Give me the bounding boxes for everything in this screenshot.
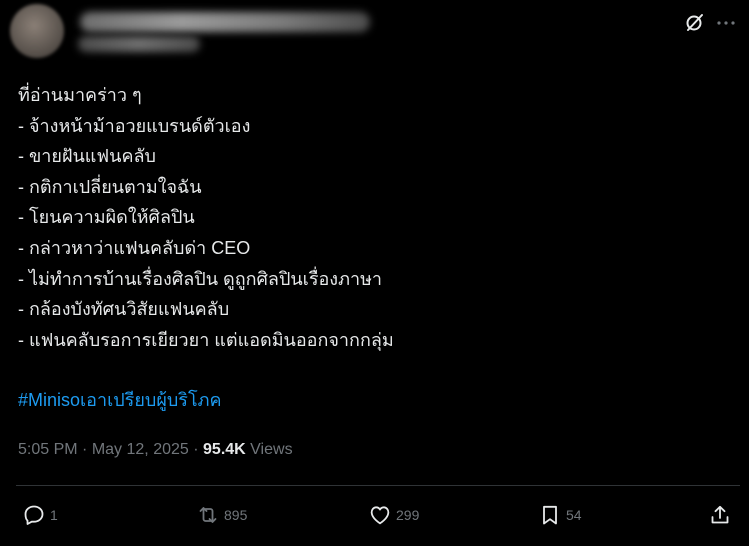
- post-text: ที่อ่านมาคร่าว ๆ - จ้างหน้าม้าอวยแบรนด์ต…: [18, 80, 394, 355]
- repost-button[interactable]: 895: [196, 503, 247, 527]
- grok-icon[interactable]: [685, 12, 705, 32]
- reply-icon: [24, 505, 44, 525]
- meta-separator: ·: [193, 441, 199, 458]
- share-icon: [711, 505, 729, 524]
- post-header: [0, 0, 749, 70]
- post-line: - จ้างหน้าม้าอวยแบรนด์ตัวเอง: [18, 115, 251, 136]
- reply-count: 1: [50, 507, 58, 523]
- bookmark-button[interactable]: 54: [538, 503, 582, 527]
- post-line: - ขายฝันแฟนคลับ: [18, 146, 156, 167]
- post-line: ที่อ่านมาคร่าว ๆ: [18, 85, 142, 105]
- views-label: Views: [250, 441, 293, 458]
- post-line: - โยนความผิดให้ศิลปิน: [18, 207, 195, 228]
- like-count: 299: [396, 507, 420, 523]
- meta-separator: ·: [82, 441, 88, 458]
- avatar[interactable]: [10, 4, 64, 58]
- post-line: - กล้องบังทัศนวิสัยแฟนคลับ: [18, 299, 230, 320]
- repost-icon: [199, 507, 217, 523]
- post-line: - กติกาเปลี่ยนตามใจฉัน: [18, 176, 202, 197]
- bookmark-icon: [543, 505, 557, 525]
- divider: [16, 485, 740, 486]
- post-meta: 5:05 PM · May 12, 2025 · 95.4K Views: [18, 438, 293, 462]
- like-icon: [370, 506, 390, 525]
- author-handle-redacted[interactable]: [78, 36, 200, 52]
- hashtag-link[interactable]: #Minisoเอาเปรียบผู้บริโภค: [18, 385, 222, 415]
- reply-button[interactable]: 1: [22, 503, 58, 527]
- views-count: 95.4K: [203, 441, 246, 458]
- author-name-redacted[interactable]: [80, 12, 370, 32]
- more-icon[interactable]: [714, 12, 738, 32]
- like-button[interactable]: 299: [368, 503, 419, 527]
- repost-count: 895: [224, 507, 248, 523]
- bookmark-count: 54: [566, 507, 582, 523]
- post-line: - ไม่ทำการบ้านเรื่องศิลปิน ดูถูกศิลปินเร…: [18, 268, 383, 289]
- post-date[interactable]: May 12, 2025: [92, 441, 189, 458]
- post-line: - แฟนคลับรอการเยียวยา แต่แอดมินออกจากกลุ…: [18, 329, 394, 350]
- post-line: - กล่าวหาว่าแฟนคลับด่า CEO: [18, 237, 251, 258]
- post-time[interactable]: 5:05 PM: [18, 441, 78, 458]
- share-button[interactable]: [708, 503, 732, 527]
